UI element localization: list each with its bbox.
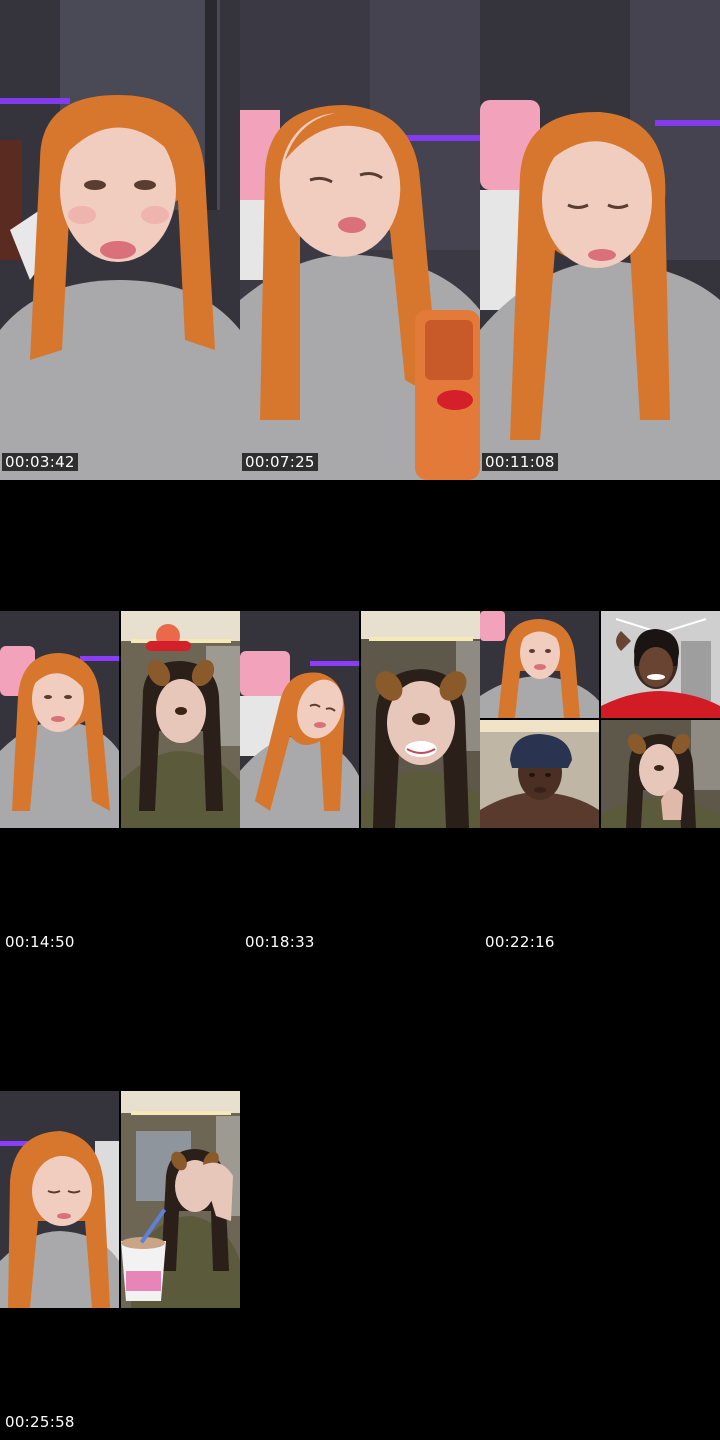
top-left-video-pane bbox=[480, 611, 599, 718]
right-video-pane bbox=[361, 611, 480, 828]
bottom-right-video-pane bbox=[601, 720, 720, 828]
redhead-streamer-image bbox=[240, 611, 359, 828]
redhead-streamer-image bbox=[480, 0, 720, 480]
frame-timestamp: 00:25:58 bbox=[5, 1413, 75, 1431]
bottom-left-video-pane bbox=[480, 720, 599, 828]
thumbnail-frame-6: 00:22:16 bbox=[480, 480, 720, 960]
thumbnail-frame-4: 00:14:50 bbox=[0, 480, 240, 960]
thumbnail-frame-5: 00:18:33 bbox=[240, 480, 480, 960]
redhead-streamer-image bbox=[0, 611, 119, 828]
frame-timestamp: 00:11:08 bbox=[482, 453, 558, 471]
thumbnail-frame-1: 00:03:42 bbox=[0, 0, 240, 480]
brunette-with-dog-filter-image bbox=[121, 611, 240, 828]
frame-timestamp: 00:07:25 bbox=[242, 453, 318, 471]
brunette-eating-image bbox=[121, 1091, 240, 1308]
frame-timestamp: 00:22:16 bbox=[485, 933, 555, 951]
redhead-streamer-image bbox=[480, 611, 599, 718]
left-video-pane bbox=[0, 1091, 119, 1308]
top-right-video-pane bbox=[601, 611, 720, 718]
brunette-with-dog-filter-image bbox=[361, 611, 480, 828]
man-with-braids-image bbox=[601, 611, 720, 718]
redhead-streamer-image bbox=[240, 0, 480, 480]
thumbnail-frame-2: 00:07:25 bbox=[240, 0, 480, 480]
left-video-pane bbox=[240, 611, 359, 828]
left-video-pane bbox=[0, 611, 119, 828]
frame-timestamp: 00:14:50 bbox=[5, 933, 75, 951]
thumbnail-frame-3: 00:11:08 bbox=[480, 0, 720, 480]
man-with-durag-image bbox=[480, 720, 599, 828]
right-video-pane bbox=[121, 1091, 240, 1308]
frame-timestamp: 00:03:42 bbox=[2, 453, 78, 471]
redhead-streamer-image bbox=[0, 1091, 119, 1308]
brunette-with-dog-filter-image bbox=[601, 720, 720, 828]
thumbnail-frame-7: 00:25:58 bbox=[0, 960, 240, 1440]
frame-timestamp: 00:18:33 bbox=[245, 933, 315, 951]
right-video-pane bbox=[121, 611, 240, 828]
redhead-streamer-image bbox=[0, 0, 240, 480]
